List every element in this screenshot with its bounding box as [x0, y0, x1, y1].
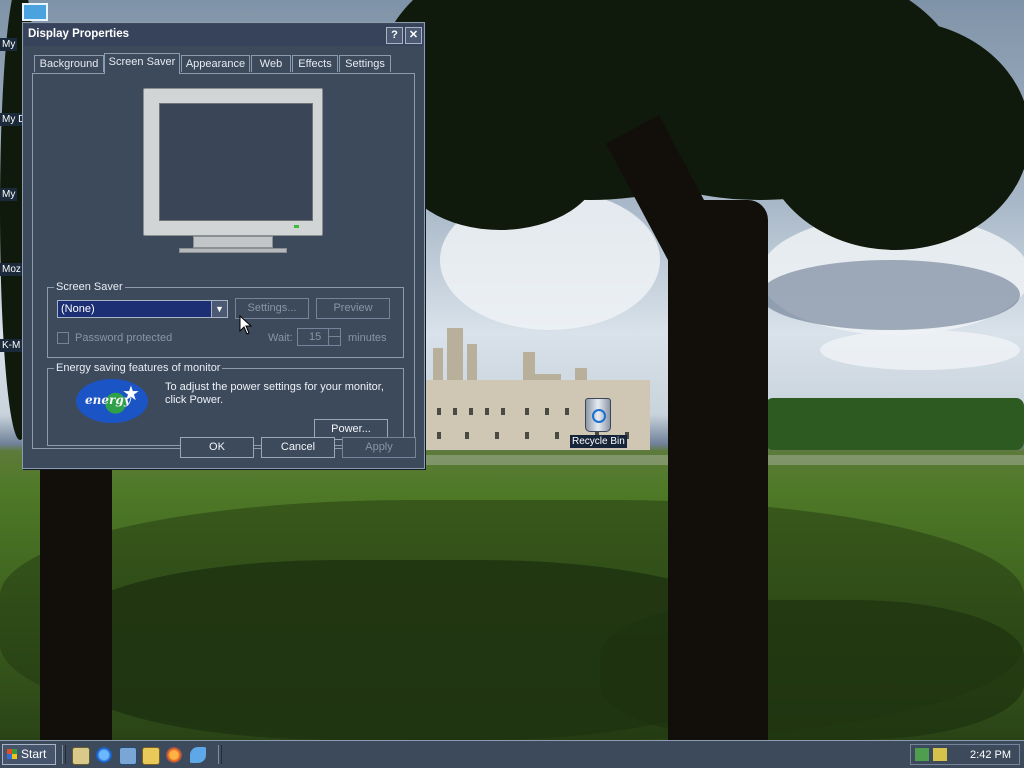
- taskbar: Start 2:42 PM: [0, 740, 1024, 768]
- spin-up-icon[interactable]: [328, 329, 340, 337]
- energy-group: Energy saving features of monitor energy…: [47, 362, 404, 446]
- display-properties-dialog: Display Properties ? ✕ Background Screen…: [22, 22, 425, 469]
- password-protected-label: Password protected: [75, 332, 173, 344]
- windows-explorer-icon[interactable]: [142, 747, 160, 765]
- close-button[interactable]: ✕: [405, 27, 422, 44]
- monitor-preview: [141, 88, 325, 253]
- internet-explorer-icon[interactable]: [96, 747, 112, 763]
- energy-star-logo: energy ★: [76, 379, 148, 423]
- ok-button[interactable]: OK: [180, 437, 254, 458]
- desktop-icon-k-meleon[interactable]: K-M: [0, 339, 23, 352]
- recycle-bin-label: Recycle Bin: [570, 435, 627, 448]
- wait-minutes-value: 15: [309, 331, 322, 343]
- messenger-icon[interactable]: [190, 747, 206, 763]
- preview-screen: [159, 103, 313, 221]
- desktop-icon-top[interactable]: [22, 3, 48, 21]
- tab-effects[interactable]: Effects: [292, 55, 338, 72]
- dialog-title: Display Properties: [28, 28, 129, 40]
- chevron-down-icon[interactable]: ▼: [211, 301, 227, 317]
- recycle-bin-icon: [585, 398, 611, 432]
- volume-icon[interactable]: [933, 748, 947, 761]
- system-tray: 2:42 PM: [910, 744, 1020, 765]
- dialog-titlebar[interactable]: Display Properties ? ✕: [24, 24, 423, 46]
- tab-appearance[interactable]: Appearance: [181, 55, 250, 72]
- outlook-express-icon[interactable]: [119, 747, 137, 765]
- screen-saver-panel: Screen Saver (None) ▼ Settings... Previe…: [32, 73, 415, 449]
- screen-saver-group: Screen Saver (None) ▼ Settings... Previe…: [47, 281, 404, 358]
- screen-saver-selected: (None): [61, 303, 95, 315]
- recycle-bin[interactable]: Recycle Bin: [570, 398, 627, 448]
- desktop-icon-mozilla[interactable]: Moz: [0, 263, 23, 276]
- start-label: Start: [21, 747, 47, 761]
- desktop-icon-my-network[interactable]: My: [0, 188, 18, 201]
- star-icon: ★: [122, 383, 140, 405]
- network-icon[interactable]: [915, 748, 929, 761]
- tab-background[interactable]: Background: [34, 55, 104, 72]
- tab-web[interactable]: Web: [251, 55, 291, 72]
- screen-saver-select[interactable]: (None) ▼: [57, 300, 228, 318]
- firefox-icon[interactable]: [166, 747, 182, 763]
- tab-screen-saver[interactable]: Screen Saver: [104, 53, 180, 74]
- energy-group-label: Energy saving features of monitor: [54, 362, 223, 374]
- wait-label: Wait:: [268, 332, 293, 344]
- screen-saver-group-label: Screen Saver: [54, 281, 125, 293]
- tab-settings[interactable]: Settings: [339, 55, 391, 72]
- energy-description: To adjust the power settings for your mo…: [165, 381, 384, 406]
- spin-down-icon[interactable]: [328, 337, 340, 345]
- show-desktop-icon[interactable]: [72, 747, 90, 765]
- cancel-button[interactable]: Cancel: [261, 437, 335, 458]
- windows-flag-icon: [7, 749, 17, 759]
- clock[interactable]: 2:42 PM: [970, 749, 1011, 761]
- apply-button[interactable]: Apply: [342, 437, 416, 458]
- wait-minutes-spinner[interactable]: 15: [297, 328, 341, 346]
- mouse-pointer-icon: [239, 315, 253, 335]
- help-button[interactable]: ?: [386, 27, 403, 44]
- minutes-label: minutes: [348, 332, 387, 344]
- desktop-icon-my-documents[interactable]: My: [0, 38, 18, 51]
- preview-button[interactable]: Preview: [316, 298, 390, 319]
- password-protected-checkbox[interactable]: [57, 332, 69, 344]
- start-button[interactable]: Start: [2, 744, 56, 765]
